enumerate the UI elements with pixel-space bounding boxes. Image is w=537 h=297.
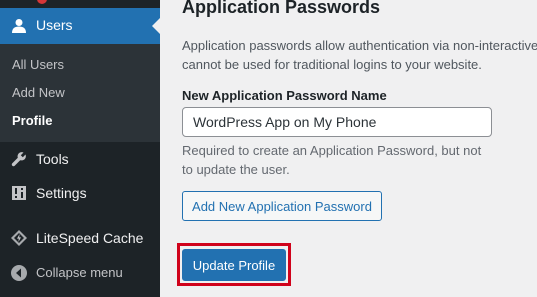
app-password-name-input[interactable] (182, 107, 492, 137)
sidebar-item-users[interactable]: Users (0, 8, 160, 44)
sidebar-item-label: Users (36, 17, 73, 33)
wrench-icon (11, 152, 26, 167)
help-line: to update the user. (182, 162, 290, 177)
collapse-menu-label: Collapse menu (36, 265, 123, 280)
description-line: cannot be used for traditional logins to… (182, 57, 482, 72)
description-line: Application passwords allow authenticati… (182, 38, 537, 53)
sidebar-item-litespeed-cache[interactable]: LiteSpeed Cache (0, 221, 160, 255)
add-new-application-password-button[interactable]: Add New Application Password (182, 191, 382, 221)
help-line: Required to create an Application Passwo… (182, 143, 482, 158)
field-help-text: Required to create an Application Passwo… (182, 141, 481, 179)
sidebar-item-label: Settings (36, 185, 87, 201)
user-icon (12, 19, 26, 33)
litespeed-icon (11, 230, 27, 246)
admin-sidebar: Users All Users Add New Profile Tools Se… (0, 0, 160, 297)
sidebar-item-label: Tools (36, 151, 69, 167)
sidebar-item-tools[interactable]: Tools (0, 142, 160, 176)
notification-badge (37, 0, 47, 4)
collapse-menu-button[interactable]: Collapse menu (0, 256, 160, 290)
submenu-item-profile[interactable]: Profile (12, 113, 52, 128)
app-password-name-label: New Application Password Name (182, 88, 387, 103)
settings-icon (12, 186, 26, 200)
current-menu-arrow (152, 18, 160, 34)
section-description: Application passwords allow authenticati… (182, 36, 537, 74)
users-submenu: All Users Add New Profile (0, 44, 160, 142)
update-profile-button[interactable]: Update Profile (182, 249, 286, 281)
collapse-icon (11, 265, 27, 281)
submenu-item-all-users[interactable]: All Users (12, 57, 64, 72)
sidebar-top-strip (0, 0, 160, 8)
submenu-item-add-new[interactable]: Add New (12, 85, 65, 100)
sidebar-item-settings[interactable]: Settings (0, 176, 160, 210)
profile-content: Application Passwords Application passwo… (160, 0, 537, 297)
section-title: Application Passwords (182, 0, 381, 17)
sidebar-item-label: LiteSpeed Cache (36, 230, 144, 246)
